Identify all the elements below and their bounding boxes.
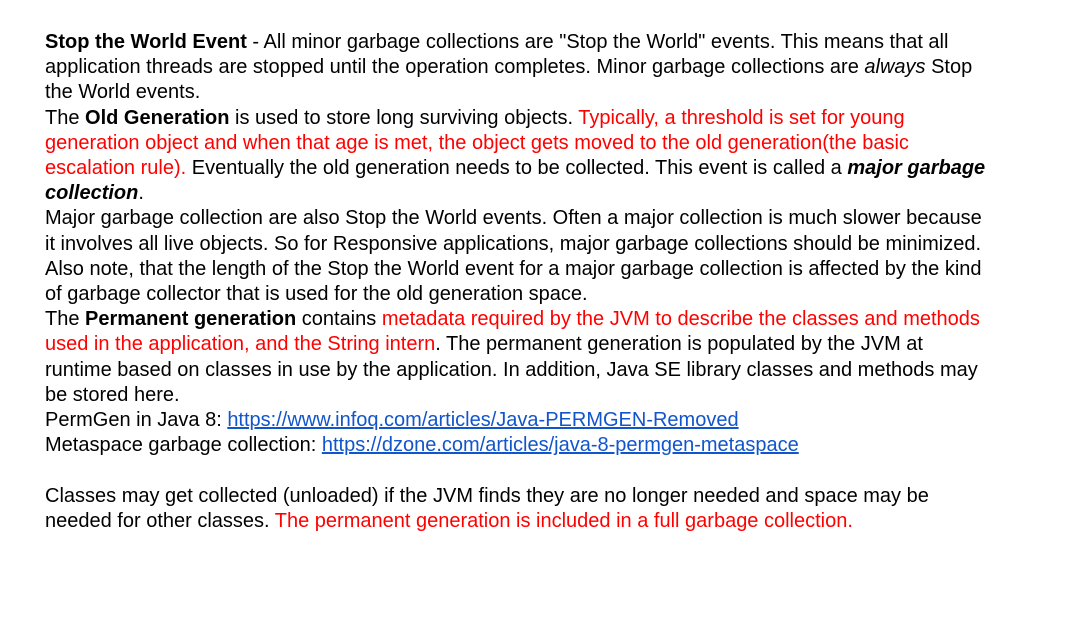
emphasis-always: always (864, 56, 926, 79)
term-permanent-generation: Permanent generation (85, 308, 297, 331)
term-old-generation: Old Generation (85, 106, 230, 129)
link-line-metaspace: Metaspace garbage collection: https://dz… (45, 433, 995, 458)
paragraph-text: contains (296, 308, 382, 331)
term-stop-the-world: Stop the World Event (45, 31, 247, 53)
paragraph-major-gc: Major garbage collection are also Stop t… (45, 207, 982, 306)
highlighted-text: The permanent generation is included in … (274, 509, 853, 532)
paragraph-text: Eventually the old generation needs to b… (186, 157, 848, 180)
paragraph-stop-the-world: Stop the World Event - All minor garbage… (45, 30, 995, 106)
paragraph-text: is used to store long surviving objects. (229, 106, 579, 129)
paragraph-class-unloading: Classes may get collected (unloaded) if … (45, 484, 995, 534)
paragraph-text: . (138, 182, 144, 205)
document-body: Stop the World Event - All minor garbage… (45, 30, 995, 534)
link-label: Metaspace garbage collection: (45, 434, 322, 457)
paragraph-old-generation: The Old Generation is used to store long… (45, 106, 995, 207)
permgen-link[interactable]: https://www.infoq.com/articles/Java-PERM… (227, 409, 738, 431)
link-line-permgen: PermGen in Java 8: https://www.infoq.com… (45, 408, 995, 433)
paragraph-text: The (45, 308, 86, 331)
paragraph-permanent-generation: The Permanent generation contains metada… (45, 307, 995, 408)
link-label: PermGen in Java 8: (45, 409, 228, 432)
metaspace-link[interactable]: https://dzone.com/articles/java-8-permge… (322, 434, 799, 456)
paragraph-text: The (45, 106, 86, 129)
